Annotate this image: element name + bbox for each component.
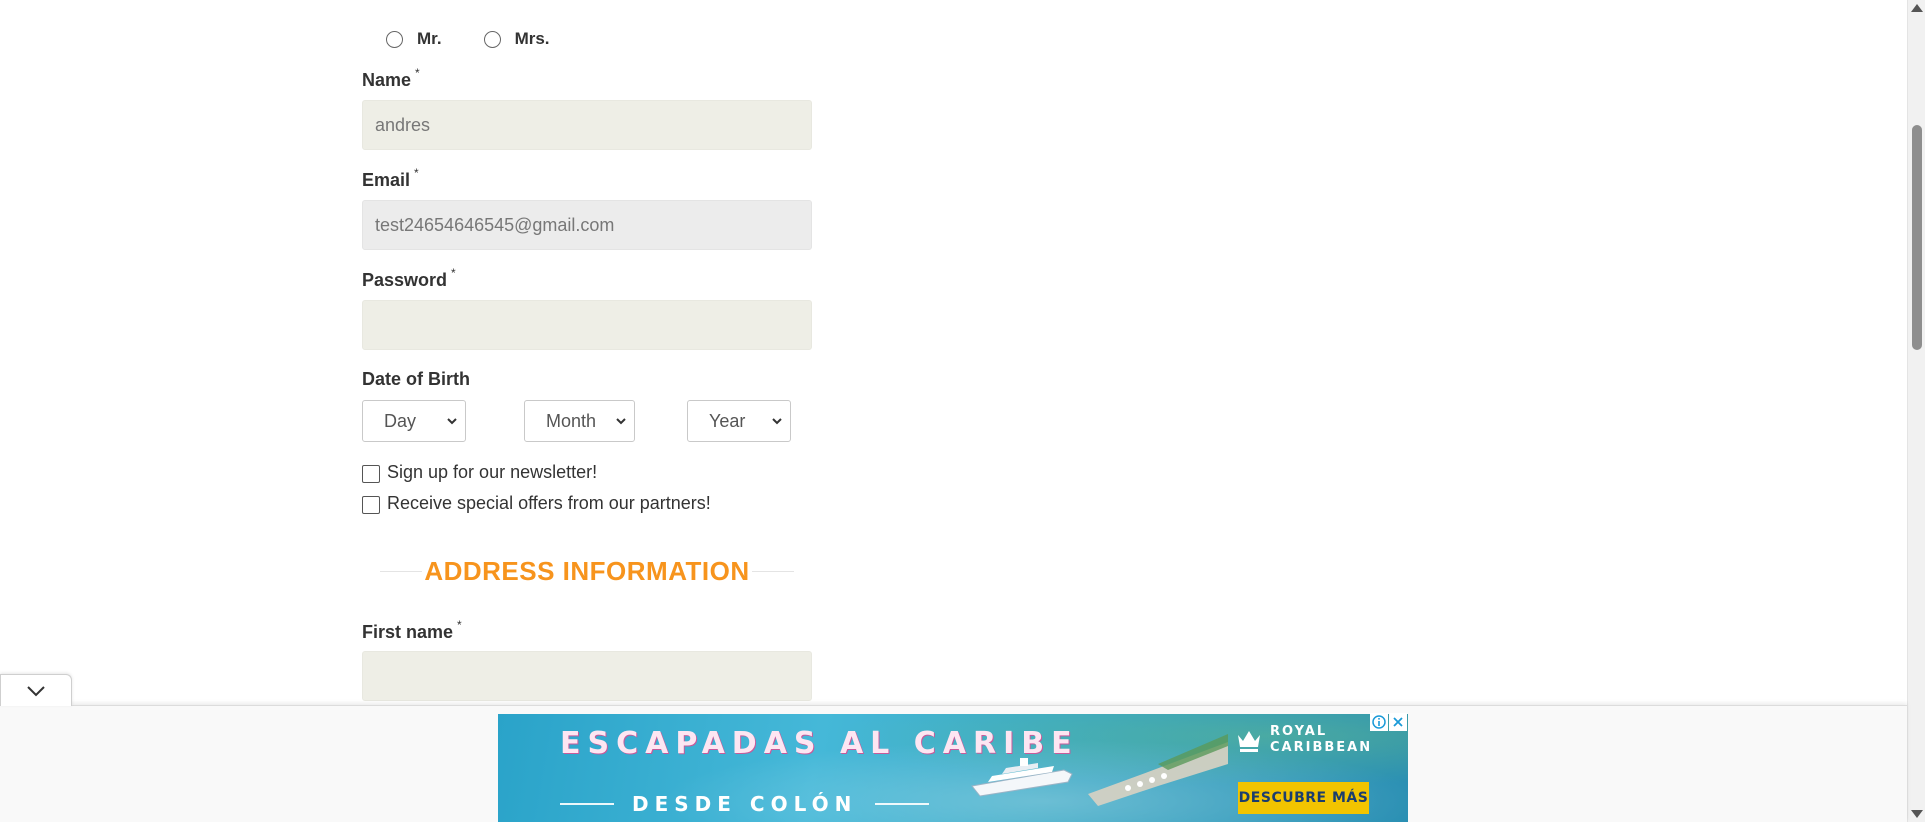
page-scrollbar[interactable] [1907,0,1925,822]
radio-mr-label[interactable]: Mr. [417,29,442,49]
required-asterisk: * [457,618,462,632]
address-section-title: ADDRESS INFORMATION [422,555,752,587]
title-radio-group: Mr. Mrs. [386,24,592,54]
dob-day-value: Day [384,410,417,431]
dob-label: Date of Birth [362,369,470,389]
newsletter-checkbox-row[interactable]: Sign up for our newsletter! [362,462,597,483]
chevron-down-icon [772,418,782,425]
ad-cta-button[interactable]: DESCUBRE MÁS [1238,782,1369,814]
dob-day-select[interactable]: Day [362,400,466,442]
radio-mr-circle[interactable] [386,30,403,48]
crown-anchor-logo-icon [1238,731,1260,752]
chevron-down-icon [27,685,45,696]
ad-bar: ESCAPADAS AL CARIBE DESDE COLÓN ROYAL CA… [0,705,1907,822]
first-name-input[interactable] [362,651,812,701]
newsletter-label[interactable]: Sign up for our newsletter! [387,462,597,483]
ad-close-button[interactable] [1389,713,1407,731]
dob-month-select[interactable]: Month [524,400,635,442]
ad-brand-line1: ROYAL [1270,724,1328,739]
email-label-text: Email [362,170,411,190]
required-asterisk: * [414,166,419,180]
chevron-down-icon [616,418,626,425]
chevron-down-icon [447,418,457,425]
radio-mrs-label[interactable]: Mrs. [515,29,550,49]
required-asterisk: * [451,266,456,280]
ad-subline-rule [875,803,930,805]
address-section-heading: ADDRESS INFORMATION [362,551,812,591]
email-input-value: test24654646545@gmail.com [375,214,615,235]
newsletter-checkbox[interactable] [362,465,380,483]
island-pier-icon [1088,734,1228,806]
ad-banner[interactable]: ESCAPADAS AL CARIBE DESDE COLÓN ROYAL CA… [498,714,1408,822]
first-name-label-text: First name [362,622,454,642]
name-label: Name * [362,66,420,91]
first-name-label: First name * [362,618,462,643]
email-input[interactable]: test24654646545@gmail.com [362,200,812,250]
ad-brand-line2: CARIBBEAN [1270,740,1373,755]
cruise-ship-icon [971,758,1073,797]
name-input[interactable]: andres [362,100,812,150]
ad-collapse-button[interactable] [0,674,72,706]
radio-mr[interactable]: Mr. [386,29,442,49]
radio-mrs[interactable]: Mrs. [483,29,550,49]
required-asterisk: * [415,66,420,80]
radio-mrs-circle[interactable] [483,30,501,48]
scroll-down-arrow-icon[interactable] [1911,810,1923,818]
dob-month-value: Month [546,410,597,431]
scrollbar-thumb[interactable] [1912,125,1922,350]
dob-year-select[interactable]: Year [687,400,791,442]
password-label: Password * [362,266,456,291]
ad-brand-text: ROYAL CARIBBEAN [1270,724,1372,756]
scroll-up-arrow-icon[interactable] [1911,4,1923,12]
name-label-text: Name [362,70,412,90]
offers-label[interactable]: Receive special offers from our partners… [387,493,711,514]
ad-subline-rule [560,803,614,805]
page: Mr. Mrs. Name * andres Email * test2465464… [0,0,1925,822]
dob-year-value: Year [709,410,746,431]
close-icon [1393,717,1403,727]
ad-brand: ROYAL CARIBBEAN [1234,724,1372,756]
password-label-text: Password [362,270,448,290]
password-input[interactable] [362,300,812,350]
adchoices-info-icon[interactable] [1370,713,1388,731]
info-icon [1372,715,1386,729]
name-input-value: andres [375,114,431,135]
email-label: Email * [362,166,419,191]
offers-checkbox[interactable] [362,496,380,514]
offers-checkbox-row[interactable]: Receive special offers from our partners… [362,493,711,514]
ad-subline: DESDE COLÓN [632,792,858,816]
ad-subline-group: DESDE COLÓN [560,792,930,816]
